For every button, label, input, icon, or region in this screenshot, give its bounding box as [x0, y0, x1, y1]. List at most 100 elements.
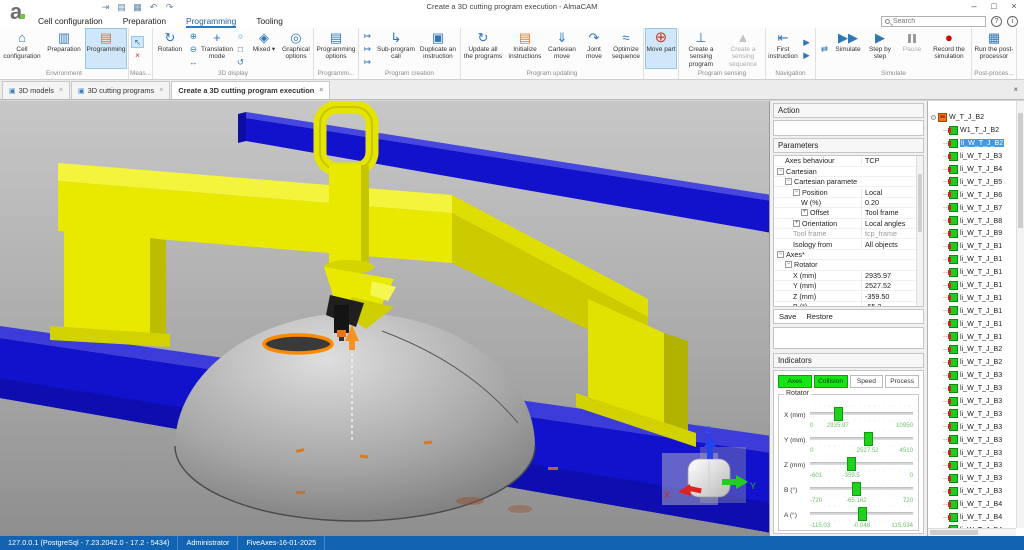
- parameter-row[interactable]: −Cartesian: [774, 167, 915, 177]
- tree-item[interactable]: li_W_T_J_B3: [931, 369, 1016, 382]
- parameters-scrollbar[interactable]: [916, 156, 923, 306]
- restore-button[interactable]: Restore: [806, 312, 833, 321]
- parameter-row[interactable]: Y (mm)2527.52: [774, 281, 915, 291]
- programming-button[interactable]: ▤Programming: [85, 28, 127, 69]
- tree-item[interactable]: li_W_T_J_B1: [931, 330, 1016, 343]
- info-button[interactable]: i: [1007, 16, 1018, 27]
- sub-program-call-button[interactable]: ↳Sub-program call: [375, 28, 417, 69]
- parameter-row[interactable]: X (mm)2935.97: [774, 271, 915, 281]
- parameter-value[interactable]: 0.20: [861, 198, 915, 207]
- programming-options-button[interactable]: ▤Programming options: [315, 28, 357, 69]
- parameter-value[interactable]: tcp_frame: [861, 229, 915, 238]
- tree-item[interactable]: li_W_T_J_B2: [931, 356, 1016, 369]
- tree-item[interactable]: li_W_T_J_B6: [931, 188, 1016, 201]
- slider-track-area[interactable]: -115.03-0.048115.034: [810, 504, 913, 528]
- tree-item[interactable]: li_W_T_J_B1: [931, 253, 1016, 266]
- parameters-grid[interactable]: Axes behaviourTCP−Cartesian−Cartesian pa…: [773, 155, 924, 307]
- tree-item[interactable]: li_W_T_J_B8: [931, 214, 1016, 227]
- last-instruction-icon[interactable]: ▶: [800, 49, 813, 61]
- parameter-row[interactable]: Axes behaviourTCP: [774, 156, 915, 166]
- process-indicator-button[interactable]: Process: [885, 375, 919, 388]
- tree-item[interactable]: li_W_T_J_B3: [931, 395, 1016, 408]
- tree-item[interactable]: li_W_T_J_B3: [931, 420, 1016, 433]
- initialize-instructions-button[interactable]: ▤Initialize instructions: [504, 28, 546, 69]
- insert-instruction-icon[interactable]: ↦: [361, 43, 374, 55]
- slider-track-area[interactable]: 02935.9710950: [810, 404, 913, 428]
- parameter-value[interactable]: Tool frame: [861, 208, 915, 217]
- create-sensing-program-button[interactable]: ⊥Create a sensing program: [680, 28, 722, 69]
- zoom-in-icon[interactable]: ⊕: [187, 30, 200, 42]
- rotation-button[interactable]: ↻Rotation: [154, 28, 186, 69]
- slider-thumb[interactable]: [864, 432, 873, 446]
- delete-icon[interactable]: ×: [131, 49, 144, 61]
- parameter-row[interactable]: −PositionLocal: [774, 187, 915, 197]
- tree-item[interactable]: li_W_T_J_B4: [931, 498, 1016, 511]
- save-button[interactable]: Save: [779, 312, 796, 321]
- panel-close-icon[interactable]: ×: [1013, 85, 1018, 94]
- parameter-value[interactable]: 2527.52: [861, 281, 915, 290]
- search-box[interactable]: [881, 16, 986, 27]
- slider-thumb[interactable]: [852, 482, 861, 496]
- spin-view-icon[interactable]: ↺: [234, 56, 247, 68]
- slider-track-area[interactable]: -720-65.162720: [810, 479, 913, 503]
- axes-indicator-button[interactable]: Axes: [778, 375, 812, 388]
- maximize-button[interactable]: □: [984, 0, 1004, 13]
- tree-item[interactable]: li_W_T_J_B1: [931, 279, 1016, 292]
- tree-item[interactable]: li_W_T_J_B4: [931, 511, 1016, 524]
- step-by-step-button[interactable]: ▶Step by step: [864, 28, 896, 69]
- insert-instruction-icon[interactable]: ↦: [361, 30, 374, 42]
- menu-tab-tooling[interactable]: Tooling: [256, 16, 283, 28]
- simulate-button[interactable]: ▶▶Simulate: [832, 28, 864, 69]
- help-button[interactable]: ?: [991, 16, 1002, 27]
- expander-icon[interactable]: −: [777, 168, 784, 175]
- tree-item[interactable]: li_W_T_J_B1: [931, 266, 1016, 279]
- tree-item[interactable]: li_W_T_J_B3: [931, 485, 1016, 498]
- slider-thumb[interactable]: [847, 457, 856, 471]
- parameter-row[interactable]: +OffsetTool frame: [774, 208, 915, 218]
- parameter-value[interactable]: Local angles: [861, 219, 915, 228]
- zoom-fit-icon[interactable]: ↔: [187, 56, 200, 68]
- tree-item[interactable]: li_W_T_J_B3: [931, 459, 1016, 472]
- tree-item[interactable]: li_W_T_J_B3: [931, 382, 1016, 395]
- menu-tab-programming[interactable]: Programming: [186, 16, 236, 28]
- tree-item[interactable]: li_W_T_J_B3: [931, 407, 1016, 420]
- tree-vertical-scrollbar[interactable]: [1016, 101, 1024, 528]
- parameter-row[interactable]: −Cartesian paramete: [774, 177, 915, 187]
- tree-item[interactable]: li_W_T_J_B1: [931, 291, 1016, 304]
- expander-icon[interactable]: +: [801, 209, 808, 216]
- menu-tab-preparation[interactable]: Preparation: [123, 16, 166, 28]
- duplicate-instruction-button[interactable]: ▣Duplicate an instruction: [417, 28, 459, 69]
- tree-item[interactable]: li_W_T_J_B3: [931, 472, 1016, 485]
- move-part-button[interactable]: ⊕Move part: [645, 28, 677, 69]
- speed-indicator-button[interactable]: Speed: [850, 375, 884, 388]
- expander-icon[interactable]: −: [777, 251, 784, 258]
- tree-horizontal-scrollbar[interactable]: [928, 528, 1016, 536]
- tree-item[interactable]: li_W_T_J_B7: [931, 201, 1016, 214]
- parameter-value[interactable]: TCP: [861, 156, 915, 165]
- parameter-value[interactable]: All objects: [861, 240, 915, 249]
- parameter-value[interactable]: 2935.97: [861, 271, 915, 280]
- tree-item[interactable]: li_W_T_J_B3: [931, 433, 1016, 446]
- expander-icon[interactable]: +: [793, 220, 800, 227]
- tree-item[interactable]: li_W_T_J_B5: [931, 175, 1016, 188]
- run-post-processor-button[interactable]: ▦Run the post-processor: [973, 28, 1015, 69]
- close-tab-icon[interactable]: ×: [59, 87, 63, 94]
- tree-item[interactable]: li_W_T_J_B1: [931, 317, 1016, 330]
- simulation-settings-icon[interactable]: ⇄: [818, 43, 831, 55]
- tree-item[interactable]: W1_T_J_B2: [931, 124, 1016, 137]
- parameter-row[interactable]: Z (mm)-359.50: [774, 291, 915, 301]
- first-instruction-button[interactable]: ⇤First instruction: [767, 28, 799, 69]
- mixed-button[interactable]: ◈Mixed ▾: [248, 28, 280, 69]
- slider-track-area[interactable]: 02527.524510: [810, 429, 913, 453]
- parameter-value[interactable]: -65.2: [861, 302, 915, 307]
- tab-create-3d-cutting-program-execution[interactable]: Create a 3D cutting program execution×: [171, 81, 330, 99]
- translation-mode-button[interactable]: +Translation mode: [201, 28, 233, 69]
- tree-item[interactable]: li_W_T_J_B4: [931, 163, 1016, 176]
- update-all-programs-button[interactable]: ↻Update all the programs: [462, 28, 504, 69]
- close-button[interactable]: ×: [1004, 0, 1024, 13]
- cell-configuration-button[interactable]: ⌂Cell configuration: [1, 28, 43, 69]
- tab-3d-models[interactable]: ▣3D models×: [2, 81, 70, 99]
- 3d-scene[interactable]: X Y Z: [0, 101, 770, 536]
- parameter-value[interactable]: Local: [861, 188, 915, 197]
- expander-icon[interactable]: −: [785, 261, 792, 268]
